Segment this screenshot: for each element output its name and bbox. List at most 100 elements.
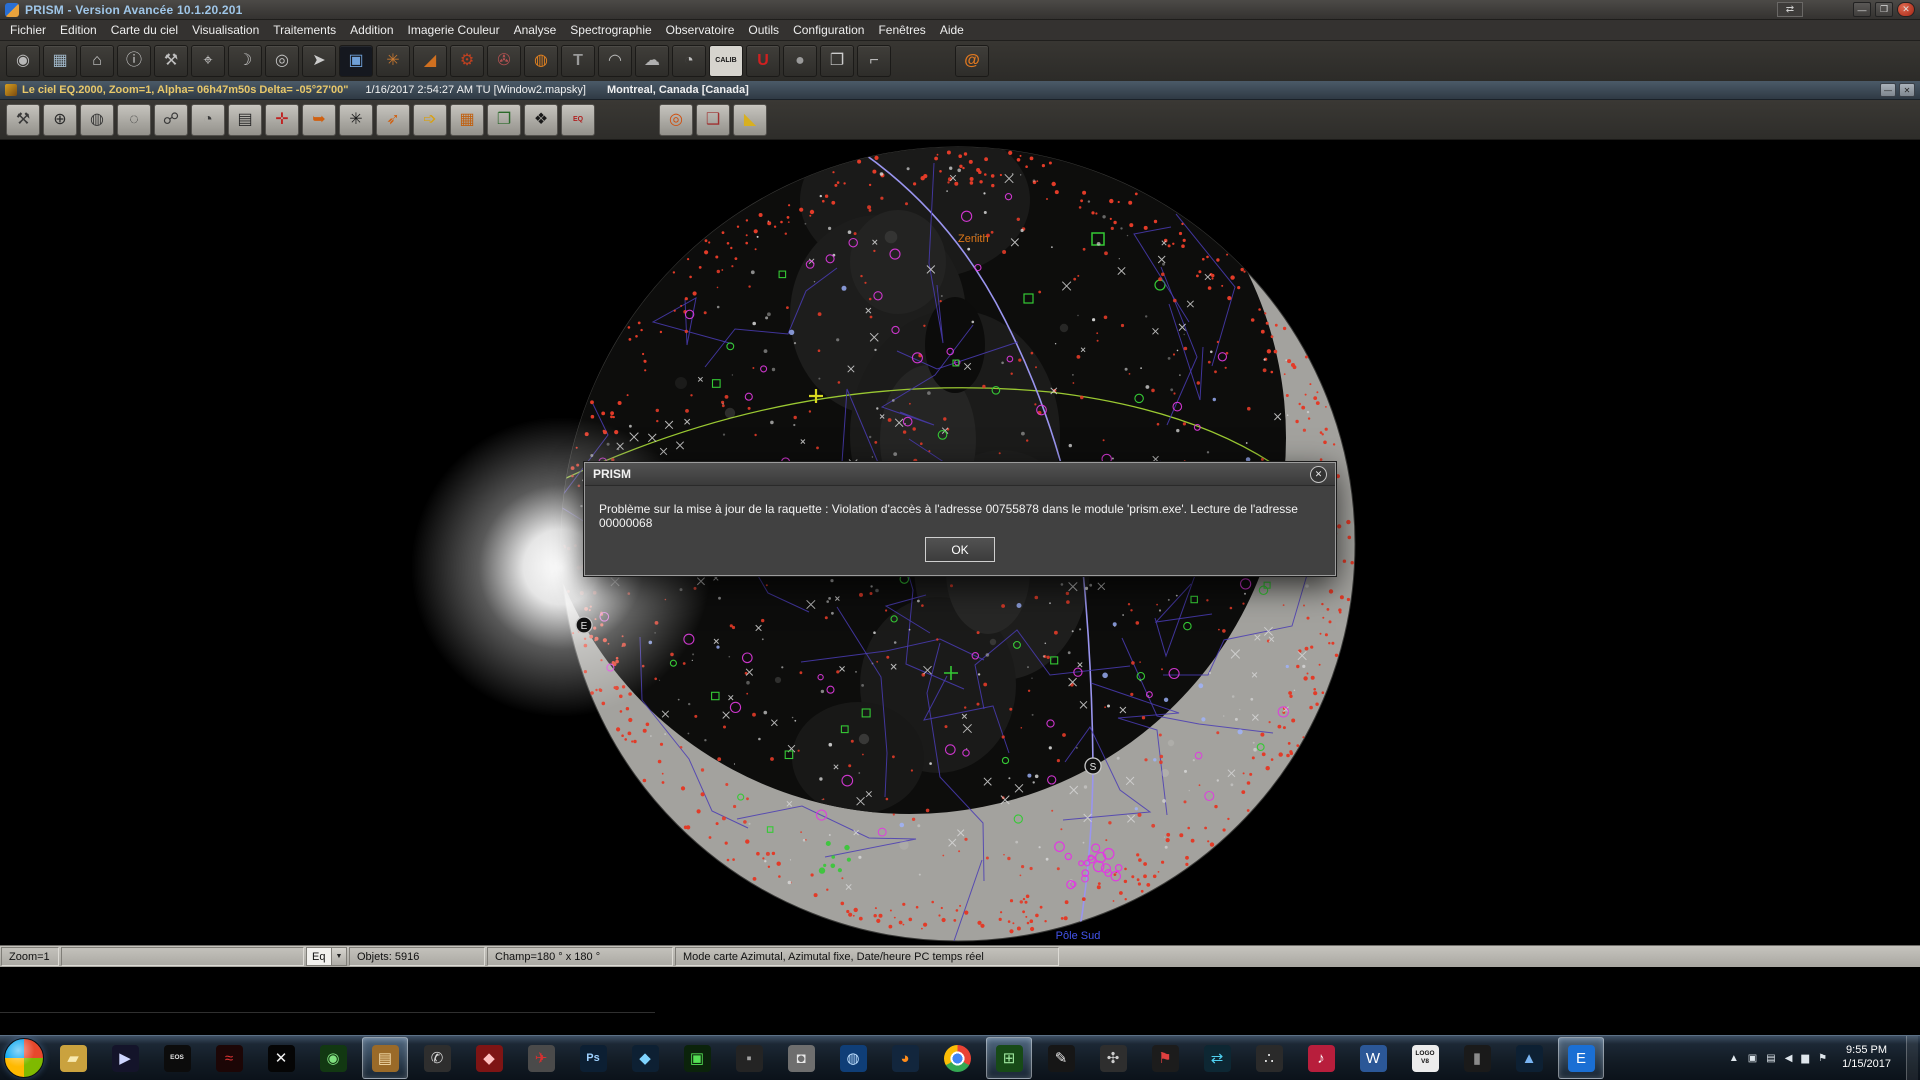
weather-button[interactable]: ☁ bbox=[635, 45, 669, 77]
flat-field-button[interactable]: T bbox=[561, 45, 595, 77]
tray-flag-icon[interactable]: ⚑ bbox=[1818, 1053, 1827, 1064]
protractor-button[interactable]: ◣ bbox=[733, 104, 767, 136]
show-desktop-button[interactable] bbox=[1906, 1036, 1918, 1080]
dialog-close-button[interactable]: ✕ bbox=[1310, 466, 1327, 483]
center-target-button[interactable]: ✛ bbox=[265, 104, 299, 136]
taskbar-prism-map[interactable]: ▤ bbox=[362, 1037, 408, 1079]
taskbar-lock-app[interactable]: ◘ bbox=[778, 1037, 824, 1079]
screen-button[interactable]: ▣ bbox=[339, 45, 373, 77]
info-button[interactable]: ⓘ bbox=[117, 45, 151, 77]
taskbar-x-app[interactable]: ✕ bbox=[258, 1037, 304, 1079]
observer-view-button[interactable]: ☍ bbox=[154, 104, 188, 136]
camera-button[interactable]: ◉ bbox=[6, 45, 40, 77]
window-button[interactable]: ❐ bbox=[820, 45, 854, 77]
eyepiece-button[interactable]: ◎ bbox=[265, 45, 299, 77]
export-image-button[interactable]: ❐ bbox=[487, 104, 521, 136]
taskbar-gray-app[interactable]: ▪ bbox=[726, 1037, 772, 1079]
eq-az-toggle-button[interactable]: EQ bbox=[561, 104, 595, 136]
menu-item[interactable]: Traitements bbox=[266, 21, 343, 39]
menu-item[interactable]: Visualisation bbox=[185, 21, 266, 39]
taskbar-explorer[interactable]: ▰ bbox=[50, 1037, 96, 1079]
taskbar-sky-chart-app[interactable]: ⊞ bbox=[986, 1037, 1032, 1079]
compass-rose-button[interactable]: ◎ bbox=[659, 104, 693, 136]
taskbar-photoshop[interactable]: Ps bbox=[570, 1037, 616, 1079]
galaxy-button[interactable]: @ bbox=[955, 45, 989, 77]
menu-item[interactable]: Configuration bbox=[786, 21, 871, 39]
taskbar-chrome[interactable] bbox=[934, 1037, 980, 1079]
pointer-button[interactable]: ➤ bbox=[302, 45, 336, 77]
taskbar-pen-tool-app[interactable]: ✎ bbox=[1038, 1037, 1084, 1079]
gray-tool-button[interactable]: ● bbox=[783, 45, 817, 77]
minimize-button[interactable]: — bbox=[1853, 2, 1871, 17]
filter-wheel-button[interactable]: ◍ bbox=[524, 45, 558, 77]
calib-button[interactable]: CALIB bbox=[709, 45, 743, 77]
taskbar-music-app[interactable]: ♪ bbox=[1298, 1037, 1344, 1079]
sky-map[interactable]: E S Zenith Pôle Sud PRISM ✕ Problème sur… bbox=[0, 140, 1920, 945]
menu-item[interactable]: Addition bbox=[343, 21, 400, 39]
taskbar-media-player[interactable]: ▶ bbox=[102, 1037, 148, 1079]
taskbar-dark-app[interactable]: ▮ bbox=[1454, 1037, 1500, 1079]
tray-app-icon[interactable]: ▣ bbox=[1748, 1053, 1757, 1064]
map-tools-button[interactable]: ⚒ bbox=[6, 104, 40, 136]
compass-dial-button[interactable]: ◔ bbox=[191, 104, 225, 136]
taskbar-flag-app[interactable]: ⚑ bbox=[1142, 1037, 1188, 1079]
taskbar-red-swoosh-app[interactable]: ≈ bbox=[206, 1037, 252, 1079]
tray-network-icon[interactable]: ▆ bbox=[1801, 1053, 1809, 1064]
taskbar-logos-v8[interactable]: LOGO V8 bbox=[1402, 1037, 1448, 1079]
map-minimize-button[interactable]: — bbox=[1880, 83, 1896, 97]
histogram-button[interactable]: ⌐ bbox=[857, 45, 891, 77]
taskbar-blue-triangle-app[interactable]: ▲ bbox=[1506, 1037, 1552, 1079]
taskbar-green-disc-app[interactable]: ◉ bbox=[310, 1037, 356, 1079]
combo-dropdown-icon[interactable]: ▼ bbox=[331, 948, 346, 965]
setup-tools-button[interactable]: ⚒ bbox=[154, 45, 188, 77]
menu-item[interactable]: Outils bbox=[741, 21, 786, 39]
tray-display-icon[interactable]: ▤ bbox=[1766, 1053, 1775, 1064]
menu-item[interactable]: Imagerie Couleur bbox=[401, 21, 507, 39]
expand-field-button[interactable]: ❖ bbox=[524, 104, 558, 136]
taskbar-e-app[interactable]: E bbox=[1558, 1037, 1604, 1079]
menu-item[interactable]: Edition bbox=[53, 21, 104, 39]
flip-window-button[interactable]: ⇄ bbox=[1777, 2, 1803, 17]
comet-tool-button[interactable]: ➶ bbox=[376, 104, 410, 136]
menu-item[interactable]: Observatoire bbox=[659, 21, 742, 39]
taskbar-red-tool-app[interactable]: ◆ bbox=[466, 1037, 512, 1079]
maximize-button[interactable]: ❐ bbox=[1875, 2, 1893, 17]
globe-grid-button[interactable]: ◍ bbox=[80, 104, 114, 136]
telescope-goto-button[interactable]: ⌖ bbox=[191, 45, 225, 77]
menu-item[interactable]: Carte du ciel bbox=[104, 21, 185, 39]
zoom-button[interactable]: ⊕ bbox=[43, 104, 77, 136]
taskbar-backyard-eos[interactable]: EOS bbox=[154, 1037, 200, 1079]
reduce-field-button[interactable]: ✳ bbox=[339, 104, 373, 136]
taskbar-plane-app[interactable]: ✈ bbox=[518, 1037, 564, 1079]
ok-button[interactable]: OK bbox=[925, 537, 995, 562]
taskbar-clock[interactable]: 9:55 PM 1/15/2017 bbox=[1842, 1044, 1891, 1072]
map-close-button[interactable]: ✕ bbox=[1899, 83, 1915, 97]
taskbar-word[interactable]: W bbox=[1350, 1037, 1396, 1079]
taskbar-green-monitor-app[interactable]: ▣ bbox=[674, 1037, 720, 1079]
magnet-button[interactable]: U bbox=[746, 45, 780, 77]
menu-item[interactable]: Aide bbox=[933, 21, 971, 39]
menu-item[interactable]: Analyse bbox=[507, 21, 564, 39]
selection-box-button[interactable]: ❑ bbox=[696, 104, 730, 136]
globe-dashed-button[interactable]: ◌ bbox=[117, 104, 151, 136]
menu-item[interactable]: Spectrographie bbox=[563, 21, 658, 39]
taskbar-firefox[interactable]: ◕ bbox=[882, 1037, 928, 1079]
taskbar-dots-app[interactable]: ∴ bbox=[1246, 1037, 1292, 1079]
ephemeris-table-button[interactable]: ▦ bbox=[450, 104, 484, 136]
observatory-button[interactable]: ⌂ bbox=[80, 45, 114, 77]
menu-item[interactable]: Fenêtres bbox=[871, 21, 932, 39]
frame-combo[interactable]: Eq ▼ bbox=[306, 947, 347, 966]
taskbar-phone-app[interactable]: ✆ bbox=[414, 1037, 460, 1079]
tray-volume-icon[interactable]: ◀ bbox=[1785, 1053, 1793, 1064]
print-button[interactable]: ▤ bbox=[228, 104, 262, 136]
tray-hidden-icons-button[interactable]: ▲ bbox=[1729, 1053, 1739, 1064]
taskbar-gem-app[interactable]: ◆ bbox=[622, 1037, 668, 1079]
start-button[interactable] bbox=[4, 1038, 44, 1078]
taskbar-blue-globe-app[interactable]: ◍ bbox=[830, 1037, 876, 1079]
dome-shutter-button[interactable]: ◠ bbox=[598, 45, 632, 77]
menu-item[interactable]: Fichier bbox=[3, 21, 53, 39]
taskbar-pinwheel-app[interactable]: ✣ bbox=[1090, 1037, 1136, 1079]
dome-button[interactable]: ◢ bbox=[413, 45, 447, 77]
save-button[interactable]: ▦ bbox=[43, 45, 77, 77]
mount-control-button[interactable]: ⚙ bbox=[450, 45, 484, 77]
